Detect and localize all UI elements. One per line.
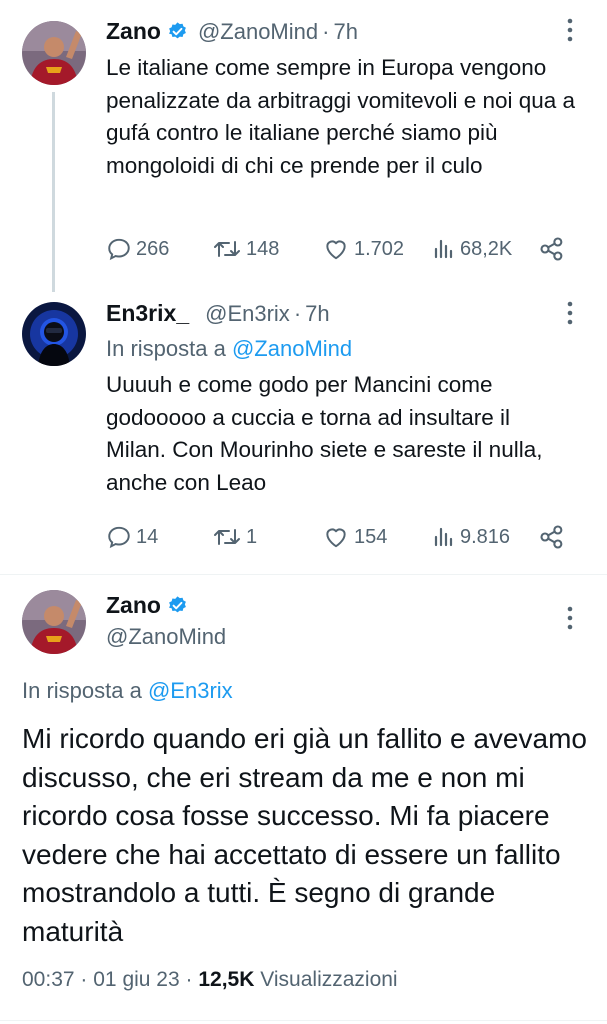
views-count[interactable]: 12,5K [198, 968, 254, 991]
tweet-metadata: 00:37 · 01 giu 23 · 12,5K Visualizzazion… [22, 968, 398, 992]
separator: · [322, 18, 330, 44]
retweet-button[interactable]: 1 [212, 520, 257, 554]
tweet-date[interactable]: 01 giu 23 [93, 968, 179, 991]
tweet-time[interactable]: 00:37 [22, 968, 75, 991]
views-count: 68,2K [460, 237, 513, 260]
display-name[interactable]: En3rix_ [106, 300, 189, 327]
tweet-actions: 14 1 154 9.816 [106, 520, 576, 554]
retweet-count: 148 [246, 237, 280, 260]
thread-line [52, 92, 55, 292]
separator: · [185, 968, 193, 991]
reply-prefix: In risposta a [22, 678, 142, 703]
heart-icon [326, 528, 346, 548]
retweet-icon [214, 241, 240, 257]
tweet-2[interactable]: En3rix_ @En3rix · 7h In risposta a @Zano… [0, 290, 607, 572]
tweet-1[interactable]: Zano @ZanoMind · 7h Le italiane come sem… [0, 0, 607, 292]
tweet-header: Zano @ZanoMind · 7h [106, 18, 358, 45]
display-name[interactable]: Zano [106, 592, 161, 619]
reply-button[interactable]: 266 [106, 232, 169, 266]
like-button[interactable]: 1.702 [322, 232, 404, 266]
user-handle[interactable]: @ZanoMind [106, 624, 226, 650]
tweet-header: En3rix_ @En3rix · 7h [106, 300, 330, 327]
retweet-count: 1 [246, 525, 258, 548]
verified-icon [167, 21, 188, 42]
user-handle[interactable]: @En3rix [205, 301, 290, 327]
separator: · [293, 300, 302, 326]
views-icon [434, 527, 453, 547]
reply-icon [108, 238, 130, 261]
views-icon [434, 239, 453, 259]
like-count: 1.702 [354, 237, 405, 260]
reply-count: 266 [136, 237, 170, 260]
like-count: 154 [354, 525, 388, 548]
reply-button[interactable]: 14 [106, 520, 158, 554]
tweet-actions: 266 148 1.702 68,2K [106, 232, 576, 266]
display-name[interactable]: Zano [106, 18, 161, 45]
views-label: Visualizzazioni [260, 968, 398, 991]
reply-context: In risposta a @En3rix [22, 678, 233, 704]
divider [0, 574, 607, 575]
reply-icon [108, 526, 130, 549]
like-button[interactable]: 154 [322, 520, 387, 554]
retweet-button[interactable]: 148 [212, 232, 279, 266]
reply-to-link[interactable]: @En3rix [148, 678, 233, 703]
reply-to-link[interactable]: @ZanoMind [232, 336, 352, 361]
more-options-icon[interactable] [559, 299, 581, 327]
tweet-text: Le italiane come sempre in Europa vengon… [106, 55, 576, 178]
views-button[interactable]: 9.816 [432, 520, 510, 554]
heart-icon [326, 240, 346, 260]
share-button[interactable] [538, 520, 570, 554]
reply-prefix: In risposta a [106, 336, 226, 361]
share-button[interactable] [538, 232, 570, 266]
reply-count: 14 [136, 525, 159, 548]
views-count: 9.816 [460, 525, 511, 548]
tweet-text: Uuuuh e come godo per Mancini come godoo… [106, 372, 543, 495]
avatar[interactable] [22, 590, 86, 654]
user-handle[interactable]: @ZanoMind [198, 19, 318, 45]
tweet-text: Mi ricordo quando eri già un fallito e a… [22, 723, 587, 947]
timestamp[interactable]: 7h [333, 19, 357, 45]
divider [0, 1020, 607, 1021]
avatar[interactable] [22, 302, 86, 366]
main-tweet: Zano @ZanoMind In risposta a @En3rix Mi … [0, 576, 607, 1024]
share-icon [540, 525, 563, 549]
timestamp[interactable]: 7h [305, 301, 329, 327]
tweet-header: Zano [106, 592, 188, 619]
views-button[interactable]: 68,2K [432, 232, 512, 266]
share-icon [540, 237, 563, 261]
avatar[interactable] [22, 21, 86, 85]
more-options-icon[interactable] [559, 16, 581, 44]
reply-context: In risposta a @ZanoMind [106, 336, 352, 362]
retweet-icon [214, 529, 240, 545]
more-options-icon[interactable] [559, 604, 581, 632]
verified-icon [167, 595, 188, 616]
separator: · [80, 968, 88, 991]
